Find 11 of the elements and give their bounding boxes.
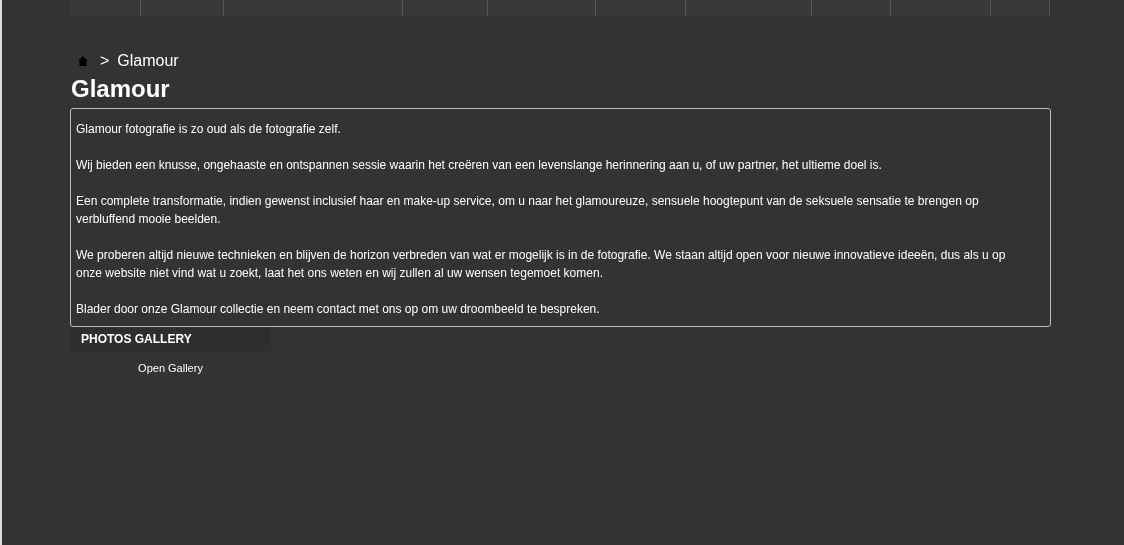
paragraph: Glamour fotografie is zo oud als de fotografie zelf.	[76, 121, 342, 138]
gallery-heading: PHOTOS GALLERY	[81, 331, 192, 348]
paragraph: We proberen altijd nieuwe technieken en blijven de horizon verbreden van wat er mogelijk is in de fotografie. We staan altijd open voor nieuwe innovatieve ideeën, dus als u op onze website niet vind wat u zoekt, laat het ons weten en wij zullen al uw wensen tegemoet komen.	[76, 247, 1007, 282]
breadcrumb-current: Glamour	[117, 51, 179, 71]
paragraph: Blader door onze Glamour collectie en neem contact met ons op om uw droombeeld te bespreken.	[76, 301, 601, 318]
home-icon[interactable]	[78, 56, 88, 66]
breadcrumb-separator: >	[100, 51, 110, 71]
page-title: Glamour	[71, 75, 171, 103]
paragraph: Een complete transformatie, indien gewenst inclusief haar en make-up service, om u naar het glamoureuze, sensuele hoogtepunt van de seksuele sensatie te brengen op verbluffend mooie beelden.	[76, 193, 980, 228]
paragraph: Wij bieden een knusse, ongehaaste en ontspannen sessie waarin het creëren van een levenslange herinnering aan u, of uw partner, het ultieme doel is.	[76, 157, 883, 174]
open-gallery-link[interactable]: Open Gallery	[138, 360, 203, 377]
